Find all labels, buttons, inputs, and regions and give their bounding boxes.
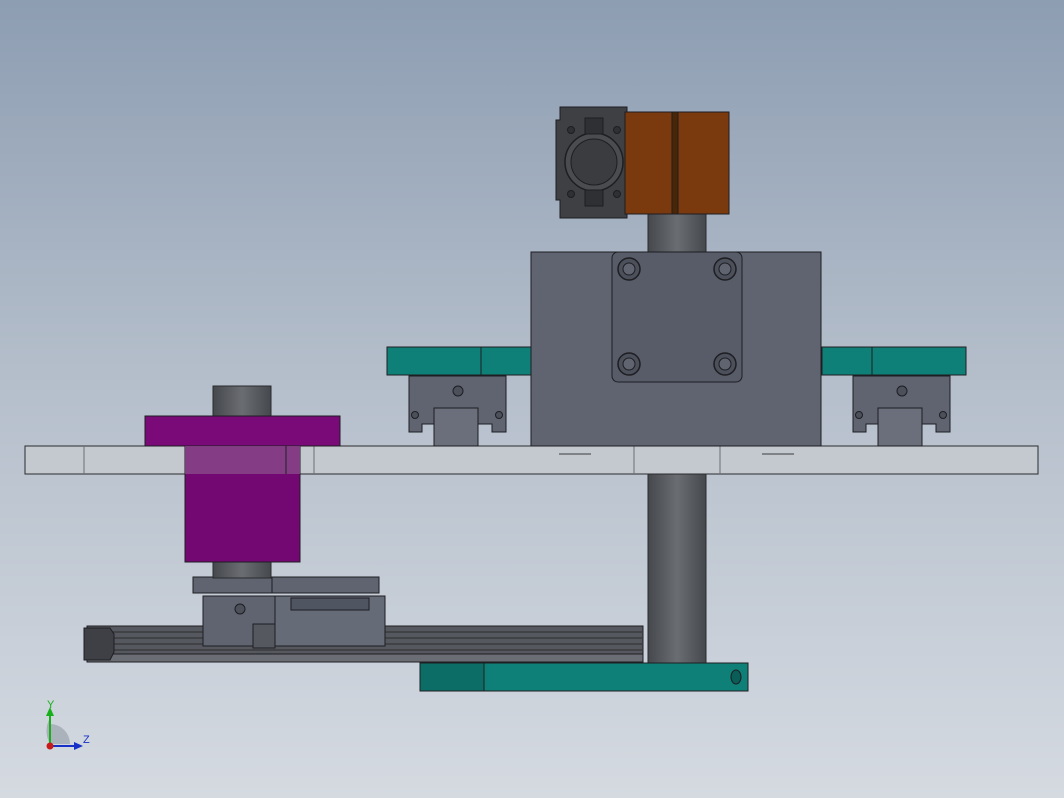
linear-rail-right[interactable] (821, 346, 967, 447)
flange-collar[interactable] (144, 415, 341, 563)
coordinate-triad (46, 707, 83, 750)
graphics-viewport[interactable]: Y Z (0, 0, 1064, 798)
slider-top-plate[interactable] (192, 576, 380, 594)
shaft-coupling[interactable] (624, 111, 730, 215)
base-plate[interactable] (24, 445, 1039, 475)
y-axis-label: Y (47, 699, 55, 711)
bottom-guide-bar[interactable] (419, 662, 749, 692)
z-axis-label: Z (83, 734, 90, 746)
bearing-housing[interactable] (530, 251, 822, 447)
linear-rail-left[interactable] (386, 346, 532, 447)
motor-gearbox[interactable] (555, 106, 628, 219)
module-slider[interactable] (202, 595, 386, 649)
origin-dot (46, 742, 54, 750)
cad-assembly-view[interactable] (0, 0, 1064, 798)
